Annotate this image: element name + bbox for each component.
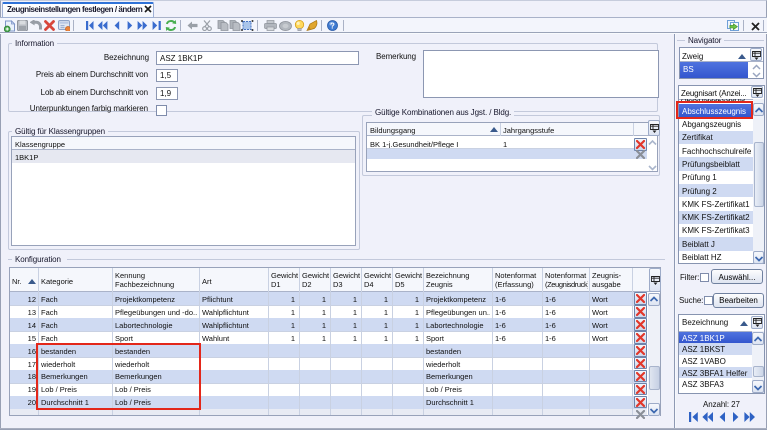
svg-text:?: ? <box>330 21 335 30</box>
